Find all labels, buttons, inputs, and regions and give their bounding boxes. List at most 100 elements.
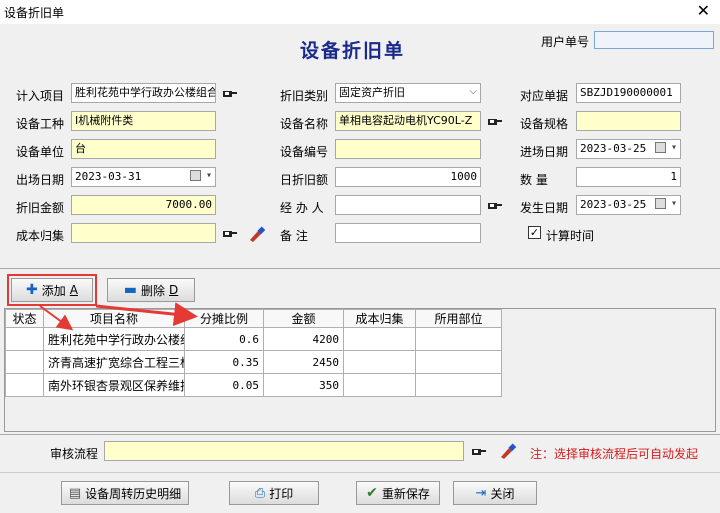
calendar-icon[interactable] — [655, 198, 666, 209]
out-date-picker[interactable]: 2023-03-31 ▾ — [71, 167, 216, 187]
table-cell[interactable] — [415, 327, 502, 351]
table-cell[interactable] — [5, 373, 44, 397]
name-field[interactable]: 单相电容起动电机YC90L-Z — [335, 111, 481, 131]
occur-date-picker[interactable]: 2023-03-25 ▾ — [576, 195, 681, 215]
approval-note: 注：选择审核流程后可自动发起 — [530, 447, 699, 461]
ref-field[interactable]: SBZJD190000001 — [576, 83, 681, 103]
clear-brush-icon[interactable] — [248, 226, 266, 242]
table-row[interactable]: 南外环银杏景观区保养维护 0.05 350 — [5, 373, 502, 397]
jiru-field[interactable]: 胜利花苑中学行政办公楼组合办公 — [71, 83, 216, 103]
chevron-down-icon[interactable]: ▾ — [671, 141, 677, 155]
col-ratio[interactable]: 分摊比例 — [184, 309, 264, 328]
col-cost[interactable]: 成本归集 — [343, 309, 416, 328]
table-cell[interactable]: 0.35 — [184, 350, 264, 374]
table-header-row: 状态 项目名称 分摊比例 金额 成本归集 所用部位 — [5, 309, 502, 328]
exit-icon: ⇥ — [475, 485, 487, 501]
clear-brush-icon[interactable] — [499, 443, 517, 459]
divider — [0, 268, 720, 269]
table-cell[interactable] — [5, 327, 44, 351]
calc-time-checkbox[interactable]: ✓ — [528, 226, 541, 239]
qty-field[interactable]: 1 — [576, 167, 681, 187]
daily-field[interactable]: 1000 — [335, 167, 481, 187]
approval-label: 审核流程 — [50, 447, 99, 461]
code-field[interactable] — [335, 139, 481, 159]
close-button[interactable]: ⇥ 关闭 — [453, 481, 537, 505]
category-value: 固定资产折旧 — [339, 86, 405, 99]
close-button-label: 关闭 — [490, 486, 515, 501]
user-no-label: 用户单号 — [541, 35, 590, 49]
delete-shortcut-key: D — [169, 283, 179, 297]
table-cell[interactable]: 0.05 — [184, 373, 264, 397]
table-cell[interactable]: 4200 — [263, 327, 344, 351]
col-amount[interactable]: 金额 — [263, 309, 344, 328]
category-label: 折旧类别 — [280, 89, 329, 103]
window-title: 设备折旧单 — [4, 6, 65, 20]
calendar-icon[interactable] — [190, 170, 201, 181]
pointer-hand-icon[interactable] — [222, 228, 238, 240]
table-cell[interactable] — [343, 350, 416, 374]
print-button[interactable]: ⎙ 打印 — [229, 481, 319, 505]
name-label: 设备名称 — [280, 117, 329, 131]
table-cell[interactable]: 胜利花苑中学行政办公楼组 — [43, 327, 185, 351]
chevron-down-icon[interactable]: ▾ — [206, 169, 212, 183]
table-cell[interactable] — [343, 373, 416, 397]
delete-button[interactable]: ▬ 删除 D — [107, 278, 195, 302]
col-status[interactable]: 状态 — [5, 309, 44, 328]
resave-button[interactable]: ✔ 重新保存 — [356, 481, 440, 505]
daily-label: 日折旧额 — [280, 173, 329, 187]
category-select[interactable]: 固定资产折旧 ⌵ — [335, 83, 481, 103]
amount-label: 折旧金额 — [16, 201, 65, 215]
divider — [0, 472, 720, 473]
table-cell[interactable]: 济青高速扩宽综合工程三标 — [43, 350, 185, 374]
spec-label: 设备规格 — [520, 117, 569, 131]
table-cell[interactable] — [415, 373, 502, 397]
handler-field[interactable] — [335, 195, 481, 215]
table-cell[interactable]: 南外环银杏景观区保养维护 — [43, 373, 185, 397]
allocation-table: 状态 项目名称 分摊比例 金额 成本归集 所用部位 胜利花苑中学行政办公楼组 0… — [5, 309, 502, 397]
calendar-icon[interactable] — [655, 142, 666, 153]
qty-label: 数 量 — [520, 173, 548, 187]
pointer-hand-icon[interactable] — [487, 116, 503, 128]
out-date-label: 出场日期 — [16, 173, 65, 187]
col-location[interactable]: 所用部位 — [415, 309, 502, 328]
delete-button-label: 删除 — [140, 283, 165, 298]
pointer-hand-icon[interactable] — [471, 446, 487, 458]
occur-label: 发生日期 — [520, 201, 569, 215]
table-cell[interactable] — [343, 327, 416, 351]
user-no-input[interactable] — [594, 31, 714, 49]
table-cell[interactable]: 0.6 — [184, 327, 264, 351]
highlight-box — [7, 274, 97, 306]
spec-field[interactable] — [576, 111, 681, 131]
window-titlebar: 设备折旧单 ✕ — [0, 0, 720, 24]
col-project[interactable]: 项目名称 — [43, 309, 185, 328]
table-cell[interactable]: 2450 — [263, 350, 344, 374]
pointer-hand-icon[interactable] — [222, 88, 238, 100]
in-date-picker[interactable]: 2023-03-25 ▾ — [576, 139, 681, 159]
amount-field[interactable]: 7000.00 — [71, 195, 216, 215]
history-button[interactable]: ▤ 设备周转历史明细 — [61, 481, 189, 505]
calc-time-label: 计算时间 — [546, 229, 595, 243]
close-icon[interactable]: ✕ — [697, 1, 710, 21]
chevron-down-icon[interactable]: ⌵ — [469, 85, 477, 99]
type-field[interactable]: I机械附件类 — [71, 111, 216, 131]
page-title: 设备折旧单 — [300, 40, 406, 62]
printer-icon: ⎙ — [254, 485, 266, 501]
remark-label: 备 注 — [280, 229, 308, 243]
chevron-down-icon[interactable]: ▾ — [671, 197, 677, 211]
resave-button-label: 重新保存 — [381, 486, 430, 501]
type-label: 设备工种 — [16, 117, 65, 131]
unit-field[interactable]: 台 — [71, 139, 216, 159]
table-cell[interactable] — [5, 350, 44, 374]
table-row[interactable]: 胜利花苑中学行政办公楼组 0.6 4200 — [5, 327, 502, 351]
table-cell[interactable] — [415, 350, 502, 374]
pointer-hand-icon[interactable] — [487, 200, 503, 212]
table-cell[interactable]: 350 — [263, 373, 344, 397]
table-row[interactable]: 济青高速扩宽综合工程三标 0.35 2450 — [5, 350, 502, 374]
divider — [0, 434, 720, 435]
approval-field[interactable] — [104, 441, 464, 461]
remark-field[interactable] — [335, 223, 481, 243]
allocation-grid[interactable]: 状态 项目名称 分摊比例 金额 成本归集 所用部位 胜利花苑中学行政办公楼组 0… — [4, 308, 716, 432]
ref-label: 对应单据 — [520, 89, 569, 103]
minus-icon: ▬ — [123, 282, 137, 298]
cost-field[interactable] — [71, 223, 216, 243]
